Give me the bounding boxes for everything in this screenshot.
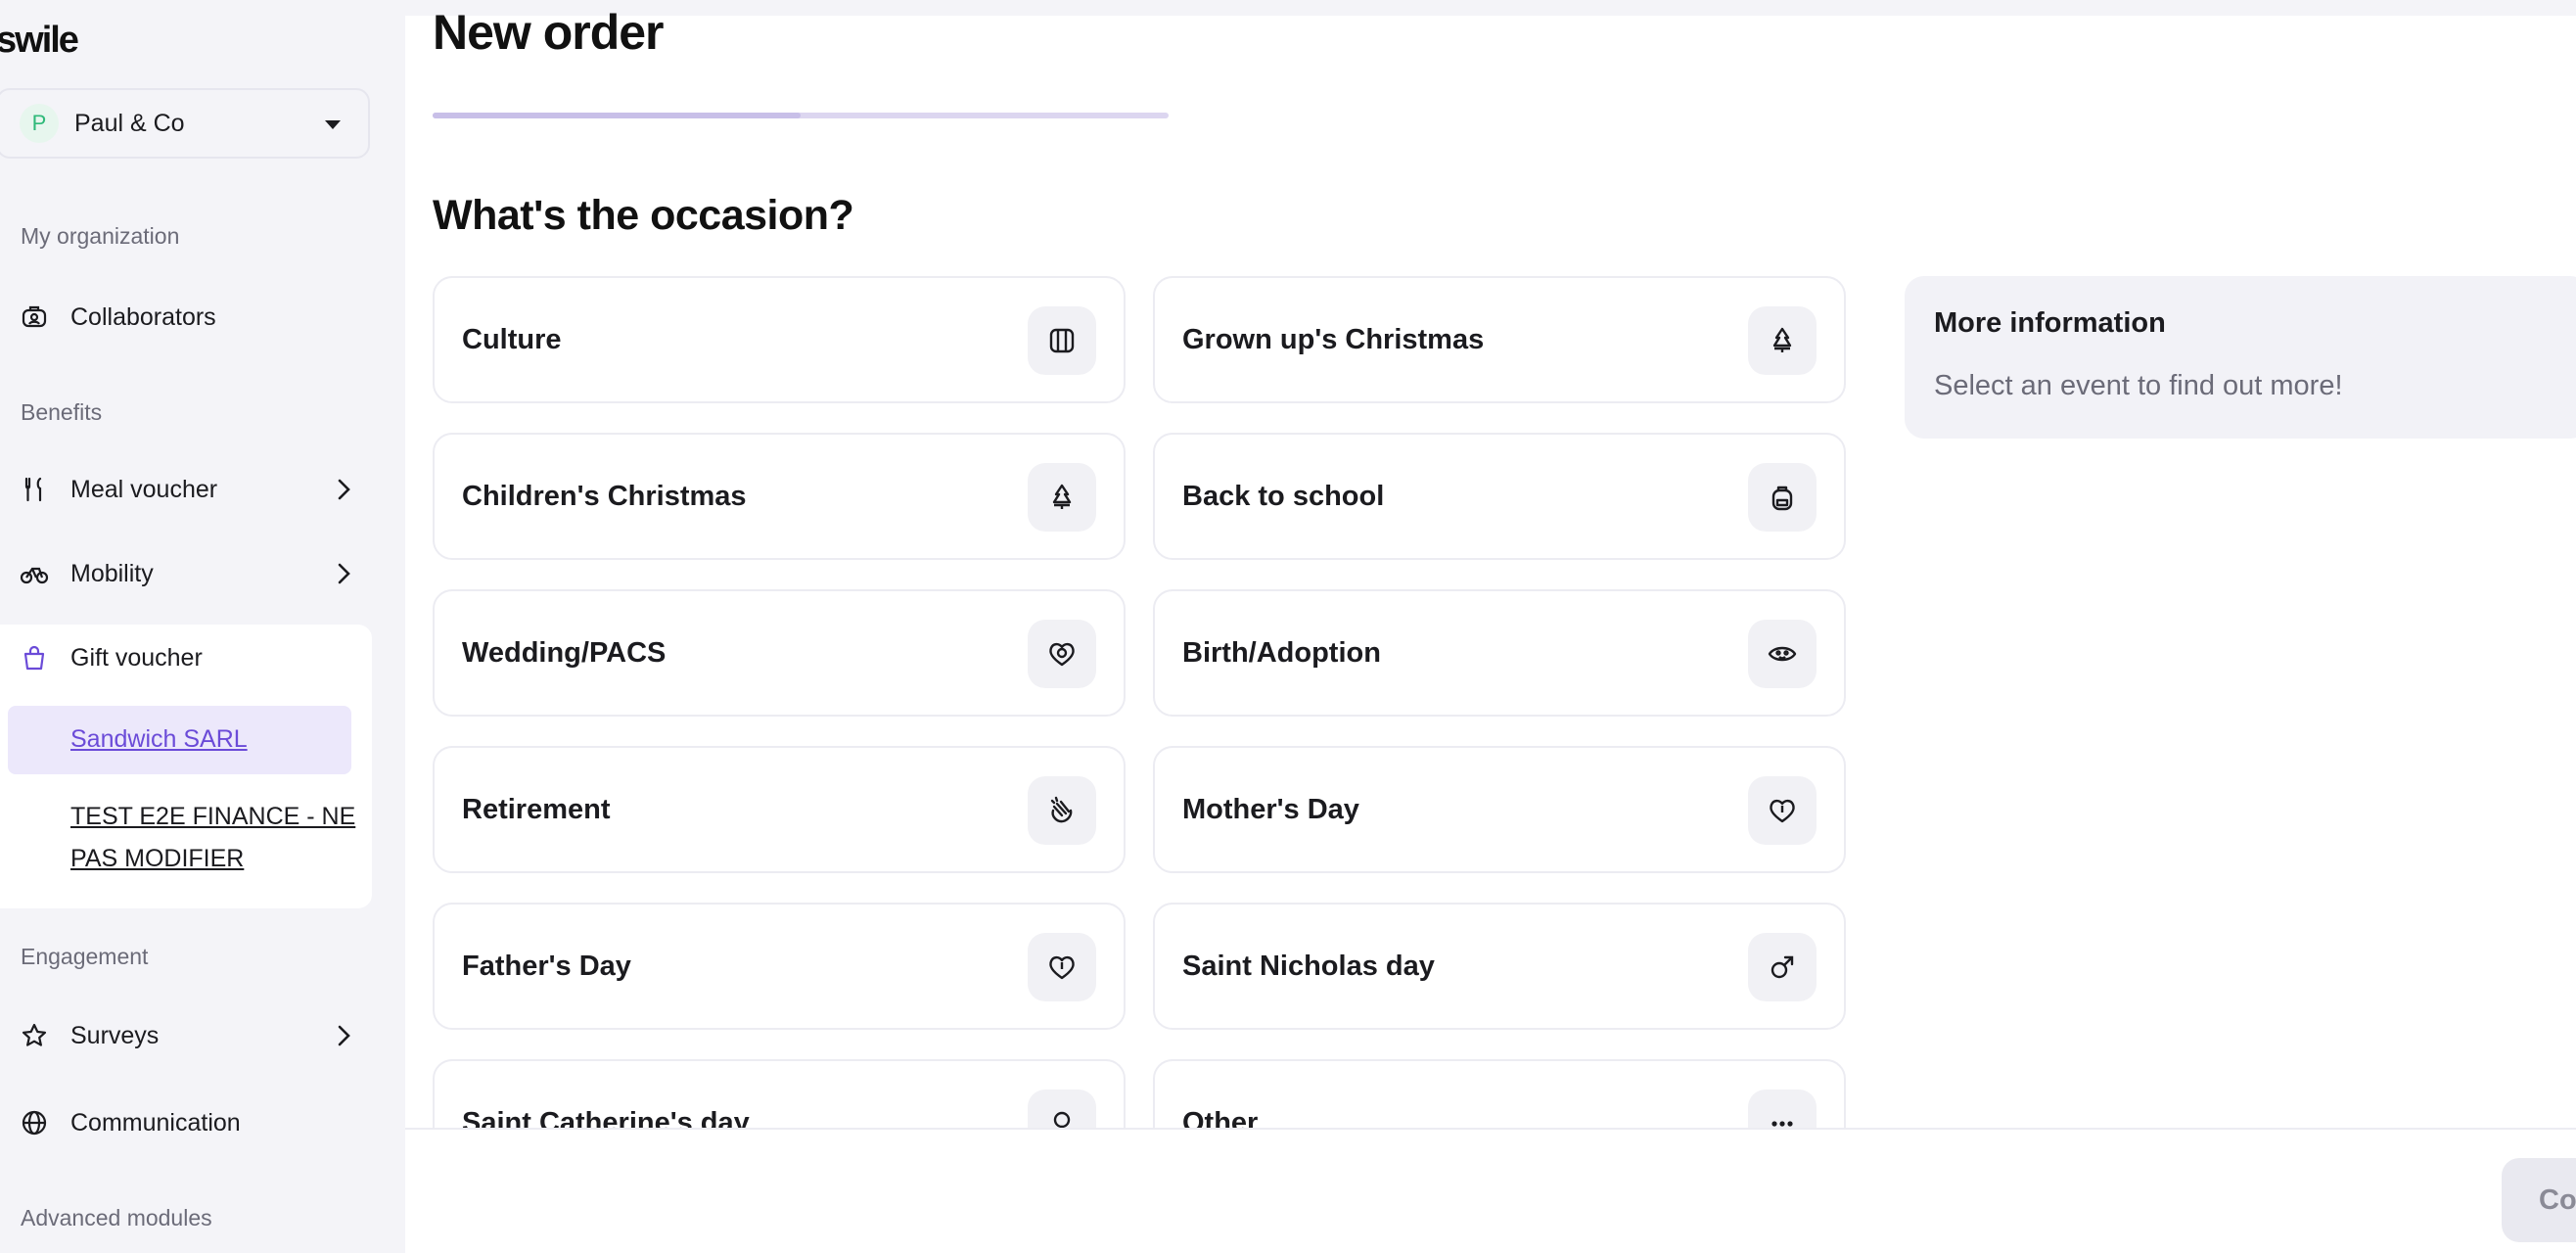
chevron-right-icon bbox=[329, 475, 358, 504]
christmas-tree-icon bbox=[1028, 463, 1096, 532]
occasion-card[interactable]: Birth/Adoption bbox=[1153, 589, 1846, 717]
organization-selector[interactable]: P Paul & Co bbox=[0, 88, 370, 159]
chevron-right-icon bbox=[329, 1021, 358, 1050]
occasion-card[interactable]: Culture bbox=[433, 276, 1126, 403]
sidebar-item-meal-voucher[interactable]: Meal voucher bbox=[0, 460, 372, 519]
sidebar-item-label: Collaborators bbox=[70, 302, 216, 331]
info-title: More information bbox=[1934, 307, 2166, 339]
occasion-label: Mother's Day bbox=[1182, 794, 1359, 825]
section-engagement: Engagement bbox=[21, 944, 149, 969]
occasion-card[interactable]: Wedding/PACS bbox=[433, 589, 1126, 717]
section-advanced-modules: Advanced modules bbox=[21, 1205, 212, 1230]
gift-bag-icon bbox=[20, 643, 49, 673]
heart-icon bbox=[1748, 776, 1817, 845]
section-my-organization: My organization bbox=[21, 223, 180, 249]
male-symbol-icon bbox=[1748, 933, 1817, 1001]
occasion-card[interactable]: Mother's Day bbox=[1153, 746, 1846, 873]
heart-rings-icon bbox=[1028, 620, 1096, 688]
occasion-card[interactable]: Retirement bbox=[433, 746, 1126, 873]
occasion-label: Father's Day bbox=[462, 951, 631, 982]
book-icon bbox=[1028, 306, 1096, 375]
org-avatar: P bbox=[20, 104, 59, 143]
occasion-label: Children's Christmas bbox=[462, 481, 747, 512]
backpack-icon bbox=[1748, 463, 1817, 532]
occasion-label: Grown up's Christmas bbox=[1182, 324, 1485, 355]
sidebar-item-mobility[interactable]: Mobility bbox=[0, 544, 372, 603]
globe-icon bbox=[20, 1108, 49, 1137]
sidebar-subitem-sandwich-sarl[interactable]: Sandwich SARL bbox=[70, 719, 248, 761]
sidebar-item-label: Meal voucher bbox=[70, 475, 218, 503]
chevron-right-icon bbox=[329, 559, 358, 588]
occasion-label: Saint Nicholas day bbox=[1182, 951, 1435, 982]
caret-down-icon bbox=[325, 120, 341, 129]
sidebar-subitem-test-e2e-line2[interactable]: PAS MODIFIER bbox=[70, 838, 244, 880]
org-name: Paul & Co bbox=[74, 109, 185, 137]
sidebar-item-gift-voucher[interactable]: Gift voucher bbox=[0, 628, 372, 687]
star-icon bbox=[20, 1021, 49, 1050]
sidebar-item-label: Gift voucher bbox=[70, 643, 203, 672]
fork-knife-icon bbox=[20, 475, 49, 504]
clapping-hands-icon bbox=[1028, 776, 1096, 845]
christmas-tree-icon bbox=[1748, 306, 1817, 375]
section-benefits: Benefits bbox=[21, 399, 103, 425]
swile-logo[interactable]: swile bbox=[0, 20, 79, 62]
page-title: New order bbox=[433, 5, 665, 60]
occasion-label: Back to school bbox=[1182, 481, 1385, 512]
occasion-card[interactable]: Grown up's Christmas bbox=[1153, 276, 1846, 403]
sidebar: swile P Paul & Co My organization Collab… bbox=[0, 0, 405, 1251]
sidebar-item-collaborators[interactable]: Collaborators bbox=[0, 288, 372, 347]
collaborators-icon bbox=[20, 302, 49, 332]
occasion-label: Wedding/PACS bbox=[462, 637, 667, 669]
continue-button[interactable]: Co bbox=[2502, 1158, 2576, 1242]
occasion-label: Retirement bbox=[462, 794, 611, 825]
progress-bar-fill bbox=[433, 113, 801, 118]
heart-icon bbox=[1028, 933, 1096, 1001]
occasion-heading: What's the occasion? bbox=[433, 192, 854, 239]
bicycle-icon bbox=[20, 559, 49, 588]
occasion-card[interactable]: Father's Day bbox=[433, 903, 1126, 1030]
footer-bar bbox=[405, 1128, 2576, 1253]
sidebar-item-label: Mobility bbox=[70, 559, 154, 587]
more-information-panel: More information Select an event to find… bbox=[1905, 276, 2576, 439]
sidebar-subitem-test-e2e-line1[interactable]: TEST E2E FINANCE - NE bbox=[70, 796, 355, 838]
progress-bar bbox=[433, 113, 1169, 118]
occasion-label: Birth/Adoption bbox=[1182, 637, 1381, 669]
occasion-card[interactable]: Children's Christmas bbox=[433, 433, 1126, 560]
sidebar-item-communication[interactable]: Communication bbox=[0, 1093, 372, 1152]
main-content: New order What's the occasion? Culture Gr… bbox=[405, 5, 2576, 1251]
sidebar-item-label: Communication bbox=[70, 1108, 241, 1137]
occasion-card[interactable]: Saint Nicholas day bbox=[1153, 903, 1846, 1030]
occasion-label: Culture bbox=[462, 324, 562, 355]
baby-face-icon bbox=[1748, 620, 1817, 688]
sidebar-item-label: Surveys bbox=[70, 1021, 160, 1049]
sidebar-item-surveys[interactable]: Surveys bbox=[0, 1006, 372, 1065]
info-text: Select an event to find out more! bbox=[1934, 370, 2343, 401]
occasion-card[interactable]: Back to school bbox=[1153, 433, 1846, 560]
